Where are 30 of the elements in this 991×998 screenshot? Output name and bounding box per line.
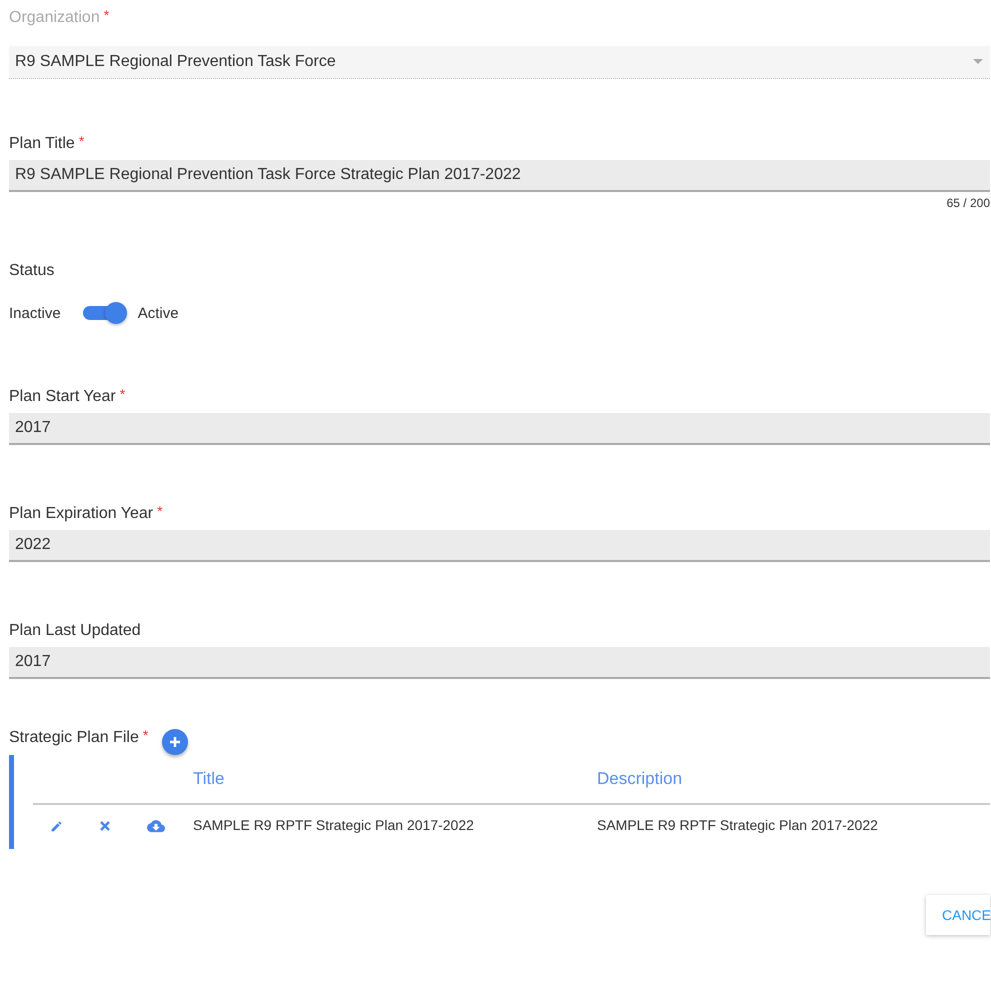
pencil-icon[interactable] [50, 820, 63, 832]
field-label: Plan Last Updated [9, 621, 141, 641]
required-mark: * [157, 503, 163, 519]
character-counter: 65 / 200 [946, 196, 990, 210]
field-label: Organization [9, 8, 100, 28]
required-mark: * [142, 727, 148, 743]
table-cell: SAMPLE R9 RPTF Strategic Plan 2017-2022 [597, 817, 878, 833]
table-cell: SAMPLE R9 RPTF Strategic Plan 2017-2022 [193, 817, 474, 833]
input-field[interactable]: 2017 [9, 413, 990, 445]
required-mark: * [78, 133, 84, 149]
column-header: Title [193, 769, 224, 788]
required-mark: * [104, 7, 110, 23]
column-header: Description [597, 769, 682, 788]
switch-label: Active [138, 304, 179, 322]
required-mark: * [120, 386, 126, 402]
field-label: Plan Start Year [9, 387, 116, 407]
switch-label: Inactive [9, 304, 61, 322]
field-label: Status [9, 261, 54, 281]
input-field[interactable]: R9 SAMPLE Regional Prevention Task Force Strategic Plan 2017-2022 [9, 160, 990, 192]
close-icon[interactable] [100, 821, 110, 831]
plus-icon [169, 736, 182, 748]
input-field[interactable]: 2022 [9, 530, 990, 562]
field-label: Plan Expiration Year [9, 504, 154, 524]
field-label: Strategic Plan File [9, 728, 139, 748]
cloud-download-icon[interactable] [147, 820, 165, 832]
field-label: Plan Title [9, 134, 75, 154]
dropdown-caret-icon [973, 59, 983, 65]
add-button[interactable] [162, 729, 188, 755]
input-field[interactable]: 2017 [9, 647, 990, 679]
status-toggle[interactable] [82, 301, 127, 325]
